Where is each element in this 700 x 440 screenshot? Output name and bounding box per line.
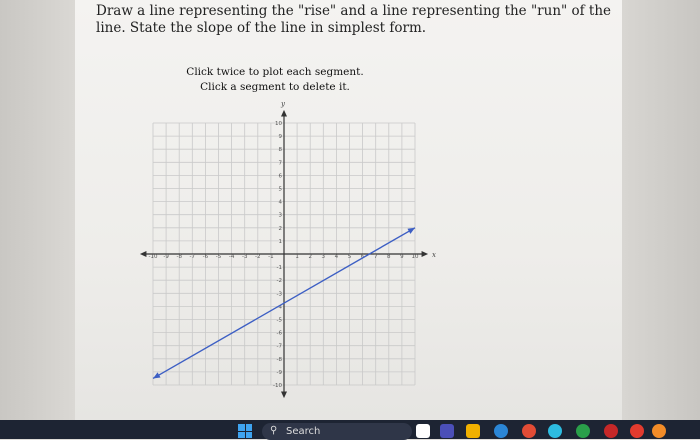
x-tick-label: -8 — [176, 254, 182, 260]
taskbar-app-icon[interactable] — [522, 424, 536, 438]
x-tick-label: 2 — [308, 254, 312, 260]
x-tick-label: 9 — [400, 254, 404, 260]
y-axis-arrow-up — [281, 109, 287, 117]
taskbar-app-icon[interactable] — [652, 424, 666, 438]
y-tick-label: -3 — [277, 291, 283, 297]
y-tick-label: 7 — [279, 160, 283, 166]
taskbar-app-icon[interactable] — [466, 424, 480, 438]
coordinate-graph[interactable]: xy-10 -9 -8 -7 -6 -5 -4 -3 -2 -1 1 2 3 4 5 6 7 8 9 10109876… — [75, 0, 622, 420]
y-tick-label: -2 — [277, 278, 282, 284]
y-tick-label: 6 — [279, 173, 283, 179]
x-tick-label: -7 — [190, 254, 196, 260]
x-tick-label: -2 — [255, 254, 260, 260]
y-axis-arrow-down — [281, 391, 287, 399]
y-tick-label: 3 — [279, 213, 283, 219]
x-tick-label: 3 — [322, 254, 326, 260]
y-tick-label: 8 — [279, 147, 283, 153]
x-tick-label: 4 — [335, 254, 339, 260]
search-icon: ⚲ — [270, 425, 278, 436]
y-tick-label: -6 — [277, 331, 283, 337]
x-axis-arrow-right — [421, 251, 429, 257]
y-tick-label: 4 — [279, 200, 283, 206]
y-tick-label: -7 — [277, 344, 283, 350]
y-tick-label: 2 — [279, 226, 283, 232]
left-margin — [0, 0, 75, 420]
y-tick-label: 5 — [279, 187, 283, 193]
taskbar-app-icon[interactable] — [494, 424, 508, 438]
y-tick-label: -8 — [277, 357, 283, 363]
x-tick-label: 5 — [348, 254, 352, 260]
y-tick-label: -9 — [277, 370, 283, 376]
x-tick-label: 1 — [295, 254, 299, 260]
x-tick-label: -5 — [216, 254, 222, 260]
x-tick-label: 7 — [374, 254, 378, 260]
question-page: Draw a line representing the "rise" and … — [75, 0, 622, 420]
axes — [139, 109, 429, 399]
taskbar-app-icon[interactable] — [440, 424, 454, 438]
x-tick-label: -9 — [163, 254, 169, 260]
taskbar-app-icon[interactable] — [604, 424, 618, 438]
x-axis-arrow-left — [139, 251, 147, 257]
x-axis-label: x — [432, 251, 436, 259]
x-tick-label: -10 — [149, 254, 158, 260]
x-tick-label: -4 — [229, 254, 235, 260]
y-tick-label: 9 — [279, 134, 283, 140]
taskbar-app-icon[interactable] — [548, 424, 562, 438]
windows-start-icon[interactable] — [238, 424, 252, 438]
x-tick-label: -1 — [268, 254, 273, 260]
taskbar-search[interactable]: ⚲ Search — [262, 423, 412, 440]
taskbar-app-icon[interactable] — [630, 424, 644, 438]
taskbar-app-icon[interactable] — [416, 424, 430, 438]
x-tick-label: 10 — [412, 254, 419, 260]
y-tick-label: -1 — [277, 265, 282, 271]
taskbar-app-icon[interactable] — [576, 424, 590, 438]
y-tick-label: 10 — [275, 121, 282, 127]
y-tick-label: 1 — [279, 239, 283, 245]
y-tick-label: -10 — [273, 383, 282, 389]
right-margin — [622, 0, 700, 420]
x-tick-label: 8 — [387, 254, 391, 260]
y-axis-label: y — [280, 100, 286, 108]
search-label: Search — [286, 426, 321, 437]
x-tick-label: -6 — [203, 254, 209, 260]
x-tick-label: -3 — [242, 254, 248, 260]
y-tick-label: -5 — [277, 318, 283, 324]
